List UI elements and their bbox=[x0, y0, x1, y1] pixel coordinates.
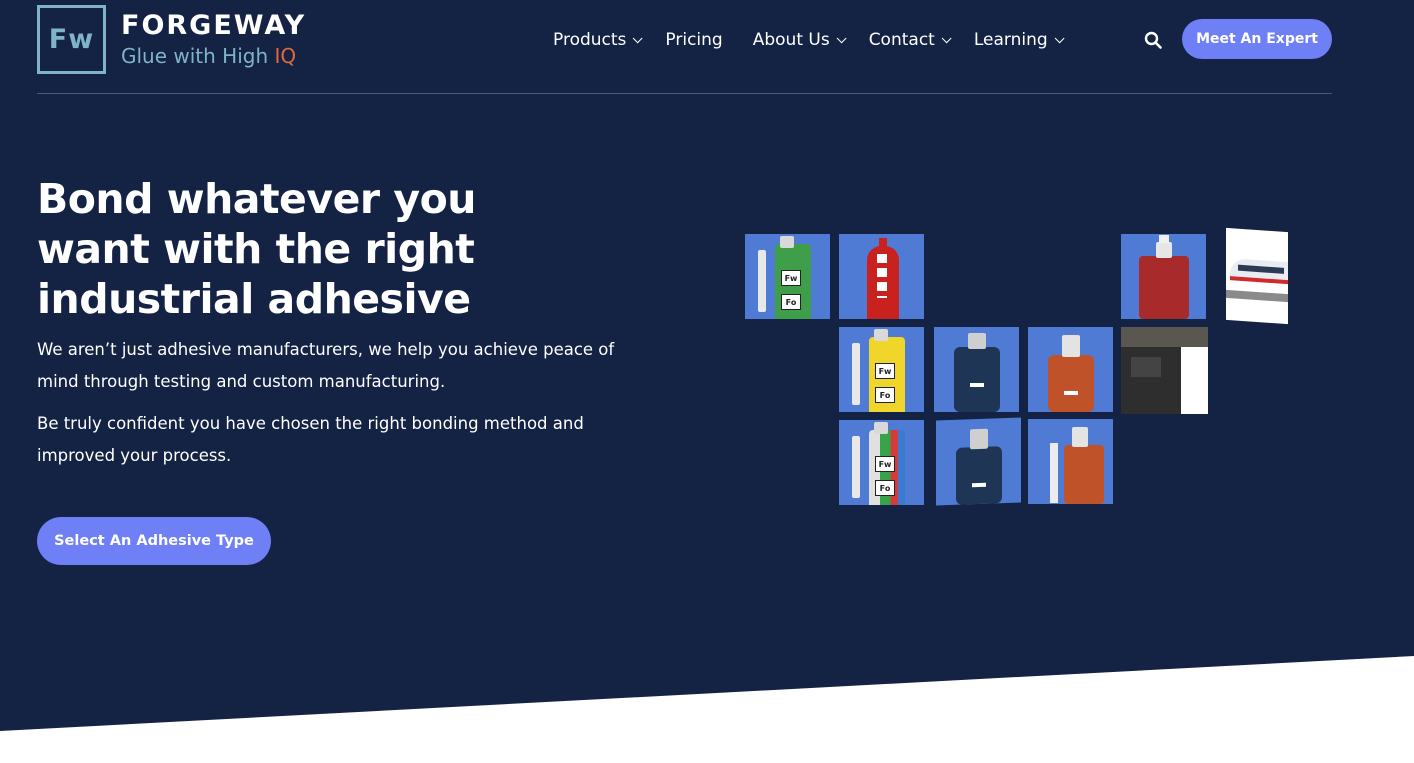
nav-item-about-us[interactable]: About Us bbox=[752, 30, 847, 50]
chevron-down-icon bbox=[941, 32, 952, 43]
train-photo bbox=[1226, 227, 1288, 325]
product-image-yellow-cartridge: Fw Fo bbox=[839, 327, 924, 412]
nav-item-contact[interactable]: Contact bbox=[868, 30, 952, 50]
nav-label: Learning bbox=[973, 30, 1048, 50]
nav-label: Contact bbox=[868, 30, 935, 50]
brand-name: FORGEWAY bbox=[121, 9, 307, 41]
product-image-purok-orange-cartridge-2 bbox=[1028, 419, 1113, 504]
logo-wordmark: FORGEWAY Glue with High IQ bbox=[121, 9, 307, 69]
logo-mark: Fw bbox=[37, 5, 106, 74]
select-adhesive-type-button[interactable]: Select An Adhesive Type bbox=[37, 517, 271, 565]
nav-item-learning[interactable]: Learning bbox=[973, 30, 1065, 50]
product-image-aurok-navy-cartridge-2 bbox=[936, 417, 1021, 506]
product-image-multicolor-cartridge: Fw Fo bbox=[839, 420, 924, 505]
search-icon[interactable] bbox=[1144, 31, 1162, 49]
site-logo[interactable]: Fw FORGEWAY Glue with High IQ bbox=[37, 5, 306, 74]
tagline-iq: IQ bbox=[274, 43, 297, 68]
nav-item-pricing[interactable]: Pricing bbox=[665, 30, 722, 50]
product-image-green-cartridge: Fw Fo bbox=[745, 234, 830, 319]
chevron-down-icon bbox=[836, 32, 847, 43]
product-image-purok-orange-cartridge bbox=[1028, 327, 1113, 412]
meet-an-expert-button[interactable]: Meet An Expert bbox=[1182, 19, 1332, 59]
chevron-down-icon bbox=[633, 32, 643, 43]
brand-tagline: Glue with High IQ bbox=[121, 43, 306, 69]
stone-countertop-photo bbox=[1121, 327, 1208, 414]
product-image-aurok-navy-cartridge bbox=[934, 327, 1019, 412]
hero-paragraph-1: We aren’t just adhesive manufacturers, w… bbox=[37, 340, 615, 391]
nav-label: Pricing bbox=[665, 30, 723, 50]
main-nav: Products Pricing About Us Contact Learni… bbox=[553, 26, 1065, 54]
tagline-main: Glue with High bbox=[121, 43, 275, 68]
header-divider bbox=[37, 93, 1332, 94]
nav-item-products[interactable]: Products bbox=[553, 30, 643, 50]
hero-headline: Bond whatever you want with the right in… bbox=[37, 175, 476, 323]
product-image-dark-red-cartridge bbox=[1121, 234, 1206, 319]
hero-paragraph-2: Be truly confident you have chosen the r… bbox=[37, 414, 584, 465]
product-image-red-cartridge bbox=[839, 234, 924, 319]
nav-label: About Us bbox=[752, 30, 830, 50]
nav-label: Products bbox=[553, 30, 627, 50]
